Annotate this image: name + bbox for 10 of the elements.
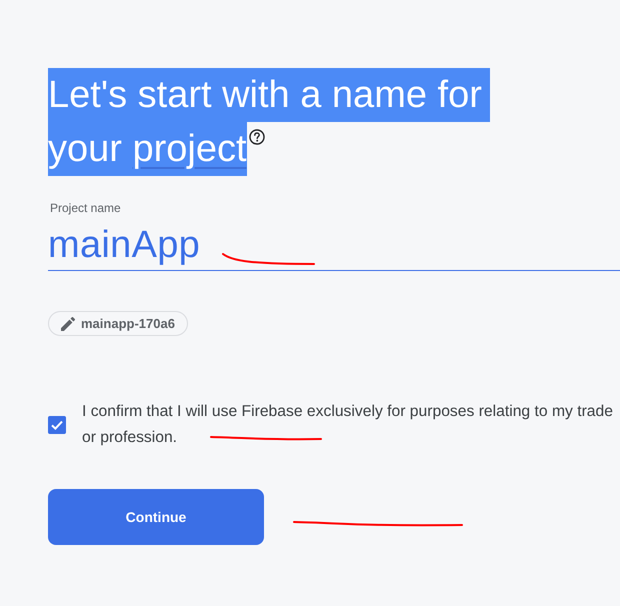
- consent-text: or profession.: [82, 428, 178, 448]
- checkbox[interactable]: [48, 416, 66, 434]
- field-label: Project name: [49, 200, 121, 216]
- project-id-chip[interactable]: mainapp-170a6: [48, 311, 188, 336]
- project-name-input[interactable]: mainApp: [48, 220, 620, 271]
- pencil-icon: [61, 316, 75, 330]
- consent-text: I confirm that I will use Firebase exclusively for purposes relating to my trade: [82, 402, 613, 422]
- term-link[interactable]: project: [132, 128, 247, 170]
- continue-button[interactable]: Continue: [48, 489, 264, 545]
- help-icon[interactable]: [248, 129, 265, 145]
